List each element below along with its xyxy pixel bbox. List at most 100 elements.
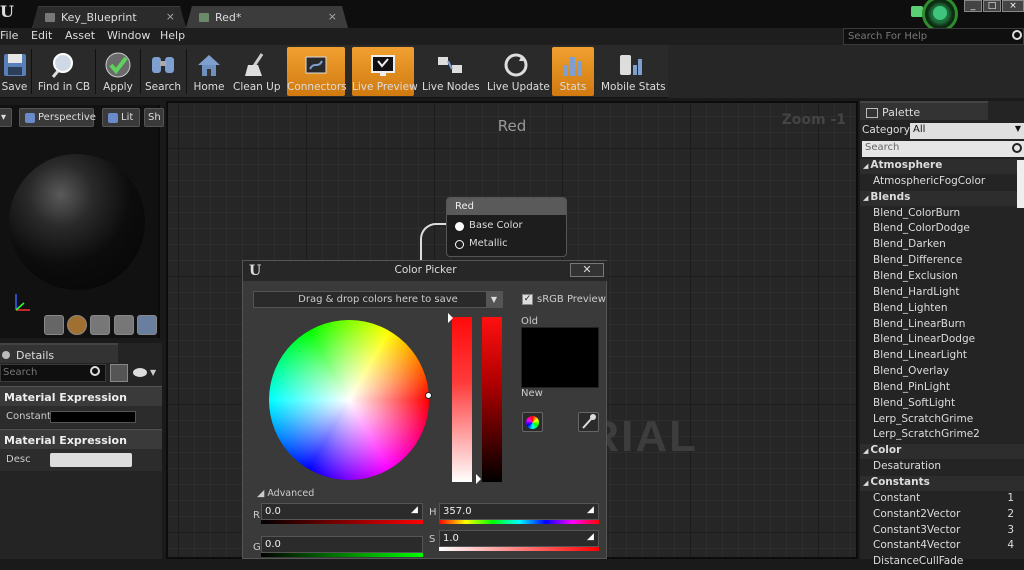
- value-slider[interactable]: [482, 317, 502, 482]
- palette-item[interactable]: Blend_LinearBurn: [860, 318, 1024, 333]
- saturation-slider[interactable]: [452, 317, 472, 482]
- palette-item[interactable]: Blend_ColorDodge: [860, 222, 1024, 237]
- palette-item[interactable]: Blend_HardLight: [860, 286, 1024, 301]
- saturation-slider-handle[interactable]: [448, 313, 453, 323]
- s-input[interactable]: 1.0: [439, 530, 599, 547]
- close-button[interactable]: ✕: [570, 263, 604, 277]
- close-icon[interactable]: ×: [166, 10, 175, 23]
- section-material-expression-constant[interactable]: Material Expression Constant: [0, 386, 162, 417]
- hotkey-label: 1: [1007, 491, 1014, 504]
- palette-item[interactable]: Blend_ColorBurn: [860, 207, 1024, 222]
- search-button[interactable]: Search: [144, 47, 182, 96]
- color-wheel-handle[interactable]: [425, 392, 432, 399]
- constant-color-swatch[interactable]: [50, 411, 136, 423]
- value-slider-handle[interactable]: [476, 474, 481, 484]
- tab-red[interactable]: Red* ×: [186, 6, 348, 28]
- show-button[interactable]: Sh: [144, 108, 164, 127]
- palette-item[interactable]: Desaturation: [860, 460, 1024, 475]
- palette-item[interactable]: Blend_Lighten: [860, 302, 1024, 317]
- details-icon: [2, 351, 10, 359]
- palette-item[interactable]: Blend_Exclusion: [860, 270, 1024, 285]
- menu-asset[interactable]: Asset: [65, 29, 95, 42]
- color-picker-title-bar[interactable]: U Color Picker ✕: [243, 261, 608, 281]
- palette-item[interactable]: Constant3Vector 3: [860, 524, 1024, 539]
- chevron-down-icon[interactable]: ▼: [150, 368, 156, 377]
- perspective-button[interactable]: Perspective: [19, 108, 96, 127]
- h-input[interactable]: 357.0: [439, 503, 599, 520]
- palette-category[interactable]: ◢ Constants: [860, 476, 1024, 491]
- palette-item[interactable]: Constant4Vector 4: [860, 539, 1024, 554]
- palette-item[interactable]: Blend_Darken: [860, 238, 1024, 253]
- stats-icon: [563, 57, 582, 76]
- palette-category[interactable]: ◢ Blends: [860, 190, 1024, 206]
- palette-item[interactable]: Blend_LinearDodge: [860, 333, 1024, 348]
- palette-item[interactable]: Lerp_ScratchGrime2: [860, 428, 1024, 443]
- apply-button[interactable]: Apply: [100, 47, 136, 96]
- advanced-toggle[interactable]: ◢ Advanced: [257, 488, 314, 499]
- palette-item[interactable]: Lerp_ScratchGrime: [860, 413, 1024, 428]
- desc-input[interactable]: [50, 453, 132, 467]
- tab-palette[interactable]: Palette: [860, 101, 988, 120]
- menu-edit[interactable]: Edit: [31, 29, 52, 42]
- palette-item[interactable]: Blend_Difference: [860, 254, 1024, 269]
- palette-item[interactable]: Blend_Overlay: [860, 365, 1024, 380]
- color-wheel[interactable]: [269, 320, 429, 480]
- close-icon[interactable]: ×: [328, 10, 337, 23]
- palette-item[interactable]: Constant 1: [860, 492, 1024, 507]
- metallic-pin[interactable]: [455, 240, 464, 249]
- palette-item[interactable]: DistanceCullFade: [860, 555, 1024, 570]
- section-material-expression[interactable]: Material Expression: [0, 429, 162, 449]
- palette-category[interactable]: ◢ Color: [860, 444, 1024, 460]
- help-search-input[interactable]: Search For Help: [843, 28, 1024, 45]
- palette-item[interactable]: Blend_PinLight: [860, 381, 1024, 396]
- collapse-arrow-icon: ◢: [863, 447, 869, 456]
- category-select[interactable]: All ▼: [910, 123, 1024, 139]
- base-color-pin[interactable]: [455, 222, 464, 231]
- g-input[interactable]: 0.0: [261, 536, 423, 553]
- close-window-button[interactable]: ×: [1002, 0, 1024, 12]
- clean-up-button[interactable]: Clean Up: [233, 47, 281, 96]
- palette-item[interactable]: Blend_LinearLight: [860, 349, 1024, 364]
- find-in-cb-button[interactable]: Find in CB: [37, 47, 91, 96]
- minimize-button[interactable]: _: [964, 0, 982, 12]
- eye-icon[interactable]: [133, 368, 147, 377]
- material-result-node[interactable]: Red Base Color Metallic: [446, 197, 567, 257]
- tab-details[interactable]: Details: [0, 343, 118, 363]
- r-input[interactable]: 0.0: [261, 503, 423, 520]
- menu-file[interactable]: File: [0, 29, 18, 42]
- srgb-preview-checkbox[interactable]: ✓: [522, 294, 533, 305]
- connectors-button[interactable]: Connectors: [287, 47, 347, 96]
- maximize-button[interactable]: □: [983, 0, 1001, 12]
- palette-item[interactable]: Blend_SoftLight: [860, 397, 1024, 412]
- tab-key-blueprint[interactable]: Key_Blueprint ×: [32, 6, 186, 28]
- viewport-options-button[interactable]: ▾: [0, 108, 12, 127]
- menu-help[interactable]: Help: [160, 29, 185, 42]
- palette-item[interactable]: Constant2Vector 2: [860, 508, 1024, 523]
- stats-button[interactable]: Stats: [552, 47, 594, 96]
- palette-item[interactable]: AtmosphericFogColor: [860, 175, 1024, 190]
- home-button[interactable]: Home: [190, 47, 228, 96]
- plane-preview-button[interactable]: [90, 315, 110, 335]
- palette-category[interactable]: ◢ Atmosphere: [860, 159, 1024, 174]
- palette-scrollbar[interactable]: [1017, 160, 1024, 208]
- cube-preview-button[interactable]: [114, 315, 134, 335]
- color-wheel-mode-button[interactable]: [522, 412, 543, 432]
- live-nodes-button[interactable]: Live Nodes: [422, 47, 480, 96]
- lit-button[interactable]: Lit: [102, 108, 140, 127]
- eyedropper-button[interactable]: [578, 412, 599, 432]
- palette-search-input[interactable]: Search: [862, 141, 1024, 157]
- live-preview-button[interactable]: Live Preview: [352, 47, 418, 96]
- cylinder-preview-button[interactable]: [44, 315, 64, 335]
- grid-view-icon[interactable]: [110, 364, 128, 382]
- save-button[interactable]: Save: [0, 47, 29, 96]
- palette-row-label: Constant: [873, 491, 921, 504]
- axis-gizmo-icon: [15, 294, 30, 311]
- node-title: Red: [447, 198, 566, 215]
- menu-window[interactable]: Window: [107, 29, 150, 42]
- sphere-preview-button[interactable]: [67, 315, 87, 335]
- mobile-stats-button[interactable]: Mobile Stats: [601, 47, 666, 96]
- live-update-button[interactable]: Live Update: [487, 47, 550, 96]
- color-themes-dropdown[interactable]: Drag & drop colors here to save ▼: [253, 291, 503, 308]
- custom-mesh-preview-button[interactable]: [137, 315, 157, 335]
- perspective-icon: [25, 113, 35, 123]
